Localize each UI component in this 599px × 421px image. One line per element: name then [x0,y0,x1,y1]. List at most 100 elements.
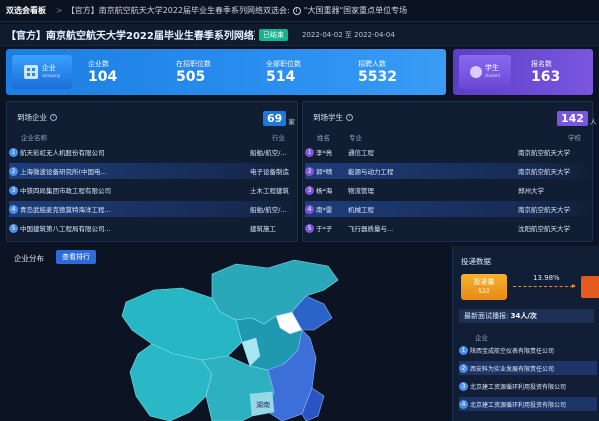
status-badge: 已结束 [259,28,288,41]
column-header-company: 企业名称 [21,134,47,142]
breadcrumb-session[interactable]: "大国重器"国家重点单位专场 [304,5,407,16]
company-industry: 船舶/航空/... [250,149,287,157]
student-major: 物流管理 [348,187,374,195]
rank-badge: 3 [305,185,314,195]
china-map[interactable]: 湖南 [6,246,448,421]
table-row[interactable]: 4 南*雷 机械工程 南京航空航天大学 [305,201,592,217]
company-name: 青岛武船麦克德莫特海洋工程... [20,206,111,214]
student-label: 学生 [484,64,499,72]
company-name: 航天彩虹无人机股份有限公司 [20,149,105,157]
student-name: 杨*海 [316,187,333,195]
company-name: 中国建筑第八工程局有限公司... [20,225,111,233]
students-panel: 到场学生? 142 人 姓名 专业 学校 1 李*亮 通信工程 南京航空航天大学… [302,101,596,242]
conversion-rate: 13.98% [533,274,560,282]
breadcrumb-home[interactable]: 双选会看板 [0,5,52,16]
panel-title-text: 到场学生 [313,113,343,122]
student-badge: 学生 student [459,55,511,89]
panel-title: 到场学生? [313,112,353,123]
page-header: 【官方】南京航空航天大学2022届毕业生春季系列网络双选... 已结束 2022… [0,24,599,46]
rank-badge: 2 [305,166,314,176]
table-row[interactable]: 1 李*亮 通信工程 南京航空航天大学 [305,144,592,160]
panel-title-text: 到场企业 [17,113,47,122]
student-icon [469,66,482,78]
student-major: 机械工程 [348,206,374,214]
arrow-right-icon [513,284,576,288]
stat-open-jobs: 在招职位数 505 [176,59,266,85]
end-date: 2022-04-04 [354,30,395,39]
column-header-major: 专业 [349,134,362,142]
student-school: 南京航空航天大学 [518,206,570,214]
table-row[interactable]: 4 青岛武船麦克德莫特海洋工程... 船舶/航空/... [9,201,297,217]
student-count-badge: 142 人 [557,110,596,126]
table-row[interactable]: 2 郭*晴 能源与动力工程 南京航空航天大学 [305,163,592,179]
table-row[interactable]: 3 杨*海 物流管理 郑州大学 [305,182,592,198]
student-name: 郭*晴 [316,168,333,176]
company-industry: 土木工程建筑 [250,187,289,195]
stat-value: 505 [176,69,206,85]
stat-all-jobs: 全部职位数 514 [266,59,358,85]
student-name: 李*亮 [316,149,333,157]
table-row[interactable]: 2 上海微波设备研究所(中国电... 电子设备制造 [9,163,297,179]
rank-badge: 1 [9,147,18,157]
company-count-badge: 69 家 [263,110,295,126]
student-name: 于*子 [316,225,333,233]
broadcast-label: 最新面试播报: [464,312,509,320]
company-name: 中铁四局集团市政工程有限公司 [20,187,111,195]
company-name: 北京建工资源循环利用投资有限公司 [470,401,567,409]
next-stage-card [581,276,599,298]
delivery-title: 投递数据 [461,257,491,266]
rank-badge: 2 [459,363,468,373]
student-school: 南京航空航天大学 [518,149,570,157]
enterprise-stats-card: 企业 company 企业数 104 在招职位数 505 全部职位数 514 招聘… [6,49,446,95]
company-name: 北京建工资源循环利用投资有限公司 [470,383,567,391]
table-row[interactable]: 3 中铁四局集团市政工程有限公司 土木工程建筑 [9,182,297,198]
rank-badge: 4 [9,204,18,214]
rank-badge: 4 [459,399,468,409]
breadcrumb-event[interactable]: 【官方】南京航空航天大学2022届毕业生春季系列网络双选会: [67,5,290,16]
table-row[interactable]: 5 于*子 飞行器质量与... 沈阳航空航天大学 [305,220,592,236]
student-school: 郑州大学 [518,187,544,195]
company-industry: 建筑施工 [250,225,276,233]
count-value: 69 [263,111,287,126]
stat-label: 报名数 [531,60,552,68]
delivery-count-card: 投递量 522 [461,274,507,300]
enterprise-sublabel: company [41,73,61,78]
page-title: 【官方】南京航空航天大学2022届毕业生春季系列网络双选... [6,31,255,42]
panel-title: 到场企业? [17,112,57,123]
stat-label: 招聘人数 [358,60,386,68]
rank-badge: 3 [459,381,468,391]
interview-broadcast: 最新面试播报: 34人/次 [459,309,594,323]
stat-label: 企业数 [88,60,109,68]
student-name: 南*雷 [316,206,333,214]
delivery-count-value: 522 [478,288,490,295]
enterprise-distribution: 企业分布 查看排行 湖南 [6,246,448,421]
rank-badge: 4 [305,204,314,214]
table-row[interactable]: 1 航天彩虹无人机股份有限公司 船舶/航空/... [9,144,297,160]
list-item[interactable]: 1 陕西宝成航空仪表有限责任公司 [459,343,597,357]
companies-panel: 到场企业? 69 家 企业名称 行业 1 航天彩虹无人机股份有限公司 船舶/航空… [6,101,298,242]
student-major: 飞行器质量与... [348,225,394,233]
help-icon[interactable]: ? [50,114,57,121]
map-label-hunan: 湖南 [256,400,270,409]
enterprise-label: 企业 [41,64,56,72]
stat-value: 5532 [358,69,397,85]
list-item[interactable]: 4 北京建工资源循环利用投资有限公司 [459,397,597,411]
table-row[interactable]: 5 中国建筑第八工程局有限公司... 建筑施工 [9,220,297,236]
list-item[interactable]: 3 北京建工资源循环利用投资有限公司 [459,379,597,393]
info-icon: i [292,6,301,15]
column-header-name: 姓名 [317,134,330,142]
count-unit: 家 [288,118,295,126]
column-header-company: 企业 [475,334,488,342]
student-school: 沈阳航空航天大学 [518,225,570,233]
student-stats-card: 学生 student 报名数 163 [453,49,593,95]
stat-label: 在招职位数 [176,60,211,68]
student-sublabel: student [484,73,501,78]
student-school: 南京航空航天大学 [518,168,570,176]
column-header-industry: 行业 [272,134,285,142]
help-icon[interactable]: ? [346,114,353,121]
student-major: 能源与动力工程 [348,168,394,176]
start-date: 2022-04-02 [302,30,343,39]
rank-badge: 5 [305,223,314,233]
list-item[interactable]: 2 西安科为实业发展有限责任公司 [459,361,597,375]
company-name: 西安科为实业发展有限责任公司 [470,365,555,373]
